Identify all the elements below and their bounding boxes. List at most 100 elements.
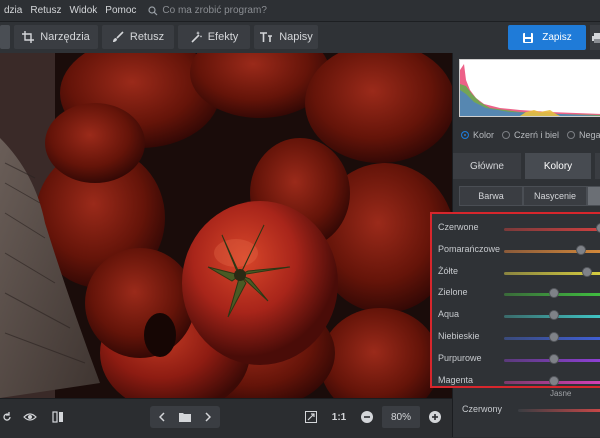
slider-label: Żółte [438, 265, 459, 276]
slider-knob[interactable] [596, 223, 600, 233]
search-icon [148, 5, 158, 15]
slider-knob[interactable] [549, 375, 559, 386]
bottom-bar: 1:1 80% [0, 398, 452, 438]
tab-colors[interactable]: Kolory [525, 153, 591, 179]
save-label: Zapisz [542, 32, 572, 43]
preview-button[interactable] [20, 407, 40, 427]
eye-icon [23, 413, 37, 421]
tab-brightness[interactable] [587, 186, 600, 206]
magic-wand-icon [191, 31, 202, 43]
tomatoes-photo [0, 53, 452, 398]
brightness-scale-label: Jasne [550, 389, 572, 398]
radio-black-white[interactable]: Czerń i biel [502, 130, 559, 140]
slider-row: Pomarańczowe [432, 240, 600, 262]
slider-label: Czerwone [438, 222, 479, 232]
slider-row: Zielone [432, 283, 600, 305]
slider-label: Pomarańczowe [438, 243, 501, 254]
menu-bar: dzia Retusz Widok Pomoc Co ma zrobić pro… [0, 0, 600, 22]
menu-help[interactable]: Pomoc [101, 5, 140, 16]
slider-knob[interactable] [549, 310, 559, 321]
main-tabs: Główne Kolory [453, 153, 600, 179]
fit-screen-icon [305, 411, 317, 423]
slider-label: Niebieskie [438, 331, 480, 341]
compare-icon [52, 411, 63, 423]
rotate-icon [3, 412, 11, 421]
tool-retusz-button[interactable]: Retusz [102, 25, 174, 49]
menu-edit[interactable]: dzia [0, 5, 26, 16]
crop-icon [22, 31, 35, 43]
radio-dot [567, 131, 576, 139]
slider-row: Żółte [432, 262, 600, 284]
slider-track[interactable] [504, 228, 600, 231]
actual-size-button[interactable]: 1:1 [328, 407, 350, 427]
radio-label: Kolor [473, 130, 495, 140]
tool-label: Napisy [279, 31, 313, 43]
red-channel-slider: Czerwony [460, 401, 600, 421]
slider-knob[interactable] [549, 288, 559, 299]
floppy-icon [523, 32, 534, 43]
minus-circle-icon [361, 411, 373, 423]
fit-screen-button[interactable] [302, 407, 320, 427]
tool-label: Narzędzia [40, 31, 90, 43]
tool-narzedzia-button[interactable]: Narzędzia [14, 25, 98, 49]
tool-efekty-button[interactable]: Efekty [178, 25, 250, 49]
radio-label: Czerń i biel [514, 130, 560, 140]
radio-negative[interactable]: Negaty [567, 130, 600, 140]
slider-label: Magenta [438, 374, 474, 385]
tab-more[interactable] [595, 153, 600, 179]
histogram-chart [460, 64, 600, 116]
tool-label: Efekty [207, 31, 239, 43]
radio-dot [461, 131, 469, 139]
slider-knob[interactable] [549, 332, 559, 342]
slider-row: Purpurowe [432, 349, 600, 371]
tab-hue[interactable]: Barwa [459, 186, 523, 206]
chevron-right-icon [205, 412, 211, 422]
sub-tabs: Barwa Nasycenie [453, 186, 600, 206]
file-navigation [150, 406, 220, 428]
text-icon [260, 32, 273, 42]
slider-label: Purpurowe [438, 352, 482, 363]
slider-row: Czerwone [432, 218, 600, 240]
plus-circle-icon [429, 411, 441, 423]
zoom-in-button[interactable] [426, 407, 444, 427]
compare-button[interactable] [48, 407, 68, 427]
slider-knob[interactable] [582, 266, 592, 277]
tool-napisy-button[interactable]: Napisy [254, 25, 318, 49]
slider-row: Magenta [432, 371, 600, 393]
folder-icon [179, 413, 191, 422]
radio-color[interactable]: Kolor [461, 130, 494, 140]
zoom-field[interactable]: 80% [382, 406, 420, 428]
tab-saturation[interactable]: Nasycenie [523, 186, 587, 206]
red-channel-label: Czerwony [462, 404, 503, 414]
color-mode-radios: Kolor Czerń i biel Negaty [453, 125, 600, 145]
search-box[interactable]: Co ma zrobić program? [148, 5, 267, 16]
radio-label: Negaty [579, 130, 600, 140]
menu-retouch[interactable]: Retusz [26, 5, 65, 16]
save-button[interactable]: Zapisz [508, 25, 586, 50]
rotate-button[interactable] [0, 407, 14, 427]
slider-knob[interactable] [549, 353, 559, 364]
tab-main[interactable]: Główne [453, 153, 521, 179]
slider-knob[interactable] [576, 244, 586, 255]
prev-image-button[interactable] [154, 408, 170, 426]
image-canvas[interactable] [0, 53, 452, 398]
brush-icon [112, 31, 124, 42]
menu-view[interactable]: Widok [65, 5, 101, 16]
radio-dot [502, 131, 511, 139]
slider-row: Aqua [432, 305, 600, 327]
search-placeholder: Co ma zrobić program? [162, 5, 267, 16]
slider-row: Niebieskie [432, 327, 600, 349]
next-image-button[interactable] [200, 408, 216, 426]
red-channel-track[interactable] [518, 409, 600, 412]
zoom-out-button[interactable] [358, 407, 376, 427]
slider-label: Zielone [438, 287, 468, 298]
open-folder-button[interactable] [176, 408, 194, 426]
print-button[interactable] [590, 25, 600, 50]
histogram [459, 59, 600, 117]
chevron-left-icon [159, 412, 165, 422]
tool-prev-button[interactable] [0, 25, 10, 49]
color-sliders-box: Czerwone Pomarańczowe Żółte Zielone Aqua Nieb… [430, 212, 600, 388]
slider-label: Aqua [438, 309, 460, 320]
tool-label: Retusz [129, 31, 165, 43]
printer-icon [592, 32, 600, 43]
